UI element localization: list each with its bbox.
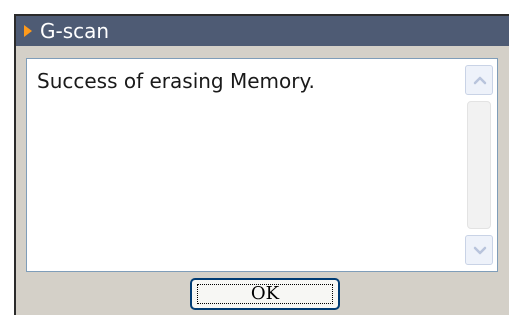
vertical-scrollbar[interactable] <box>465 65 493 265</box>
title-bar: G-scan <box>16 16 509 46</box>
dialog-window: G-scan Success of erasing Memory. OK <box>14 14 509 315</box>
ok-button-label: OK <box>250 283 280 304</box>
chevron-down-icon <box>473 246 487 255</box>
ok-button[interactable]: OK <box>190 278 340 310</box>
message-area: Success of erasing Memory. <box>26 58 498 272</box>
scroll-track[interactable] <box>467 101 491 229</box>
message-text: Success of erasing Memory. <box>37 69 315 93</box>
title-arrow-icon <box>24 25 32 37</box>
scroll-up-button[interactable] <box>465 65 493 95</box>
scroll-down-button[interactable] <box>465 235 493 265</box>
chevron-up-icon <box>473 76 487 85</box>
window-title: G-scan <box>40 19 110 43</box>
